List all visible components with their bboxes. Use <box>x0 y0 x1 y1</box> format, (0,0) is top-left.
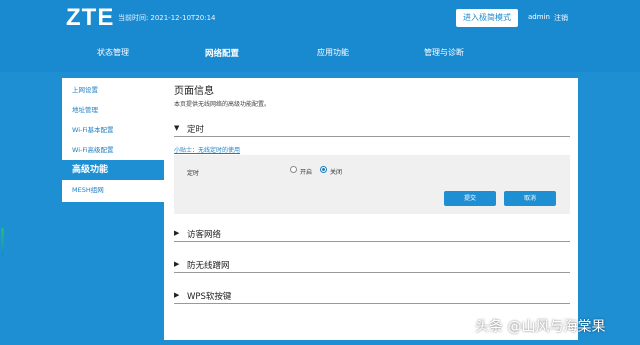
expand-arrow-icon: ▶ <box>174 229 180 237</box>
sidebar: 上网设置 地址管理 Wi-Fi基本配置 Wi-Fi高级配置 高级功能 MESH组… <box>62 78 164 202</box>
sidebar-item-wifi-basic[interactable]: Wi-Fi基本配置 <box>62 120 164 140</box>
page-title: 页面信息 <box>174 86 214 97</box>
timer-settings-panel: 定时 开启 关闭 提交 取消 <box>174 155 570 214</box>
zte-logo: ZTE <box>66 4 115 31</box>
section-anti-leech-label: 防无线蹭网 <box>187 261 230 271</box>
timer-on-radio[interactable] <box>290 166 297 173</box>
section-timer-label: 定时 <box>187 125 205 135</box>
timer-off-radio[interactable] <box>320 166 327 173</box>
sidebar-item-internet[interactable]: 上网设置 <box>62 80 164 100</box>
section-anti-leech-header[interactable]: ▶ 防无线蹭网 <box>174 259 570 273</box>
top-header: ZTE 当前时间: 2021-12-10T20:14 进入极简模式 admin 注… <box>0 0 640 72</box>
section-wps-label: WPS软按键 <box>187 292 232 302</box>
section-wps-header[interactable]: ▶ WPS软按键 <box>174 290 570 304</box>
section-guest-network-label: 访客网络 <box>187 230 222 240</box>
watermark: 头条 @山风与海棠果 <box>475 319 606 335</box>
collapse-arrow-icon: ▼ <box>174 124 180 132</box>
sidebar-item-advanced-features[interactable]: 高级功能 <box>62 160 164 180</box>
sidebar-item-mesh[interactable]: MESH组网 <box>62 180 164 200</box>
username: admin <box>528 13 550 21</box>
section-guest-network-header[interactable]: ▶ 访客网络 <box>174 228 570 242</box>
timer-tip-link[interactable]: 小贴士：无线定时的使用 <box>174 145 240 154</box>
time-value: 2021-12-10T20:14 <box>150 14 216 22</box>
simple-mode-button[interactable]: 进入极简模式 <box>456 9 518 27</box>
timer-on-label: 开启 <box>300 169 313 176</box>
logout-link[interactable]: 注销 <box>554 13 568 23</box>
current-time: 当前时间: 2021-12-10T20:14 <box>118 13 216 23</box>
time-label: 当前时间: <box>118 14 149 22</box>
nav-management[interactable]: 管理与诊断 <box>424 47 464 58</box>
scroll-indicator <box>1 228 4 256</box>
nav-applications[interactable]: 应用功能 <box>317 47 349 58</box>
nav-network-config[interactable]: 网络配置 <box>205 47 239 59</box>
timer-field-label: 定时 <box>187 170 200 177</box>
main-nav: 状态管理 网络配置 应用功能 管理与诊断 <box>0 47 640 59</box>
expand-arrow-icon: ▶ <box>174 260 180 268</box>
section-timer-header[interactable]: ▼ 定时 <box>174 123 570 137</box>
sidebar-item-address[interactable]: 地址管理 <box>62 100 164 120</box>
submit-button[interactable]: 提交 <box>444 191 496 206</box>
sidebar-item-wifi-advanced[interactable]: Wi-Fi高级配置 <box>62 140 164 160</box>
cancel-button[interactable]: 取消 <box>504 191 556 206</box>
main-panel: 页面信息 本页提供无线网络的高级功能配置。 ▼ 定时 小贴士：无线定时的使用 定… <box>164 78 578 340</box>
timer-off-label: 关闭 <box>330 169 343 176</box>
nav-status[interactable]: 状态管理 <box>97 47 129 58</box>
page-description: 本页提供无线网络的高级功能配置。 <box>174 101 271 108</box>
expand-arrow-icon: ▶ <box>174 291 180 299</box>
